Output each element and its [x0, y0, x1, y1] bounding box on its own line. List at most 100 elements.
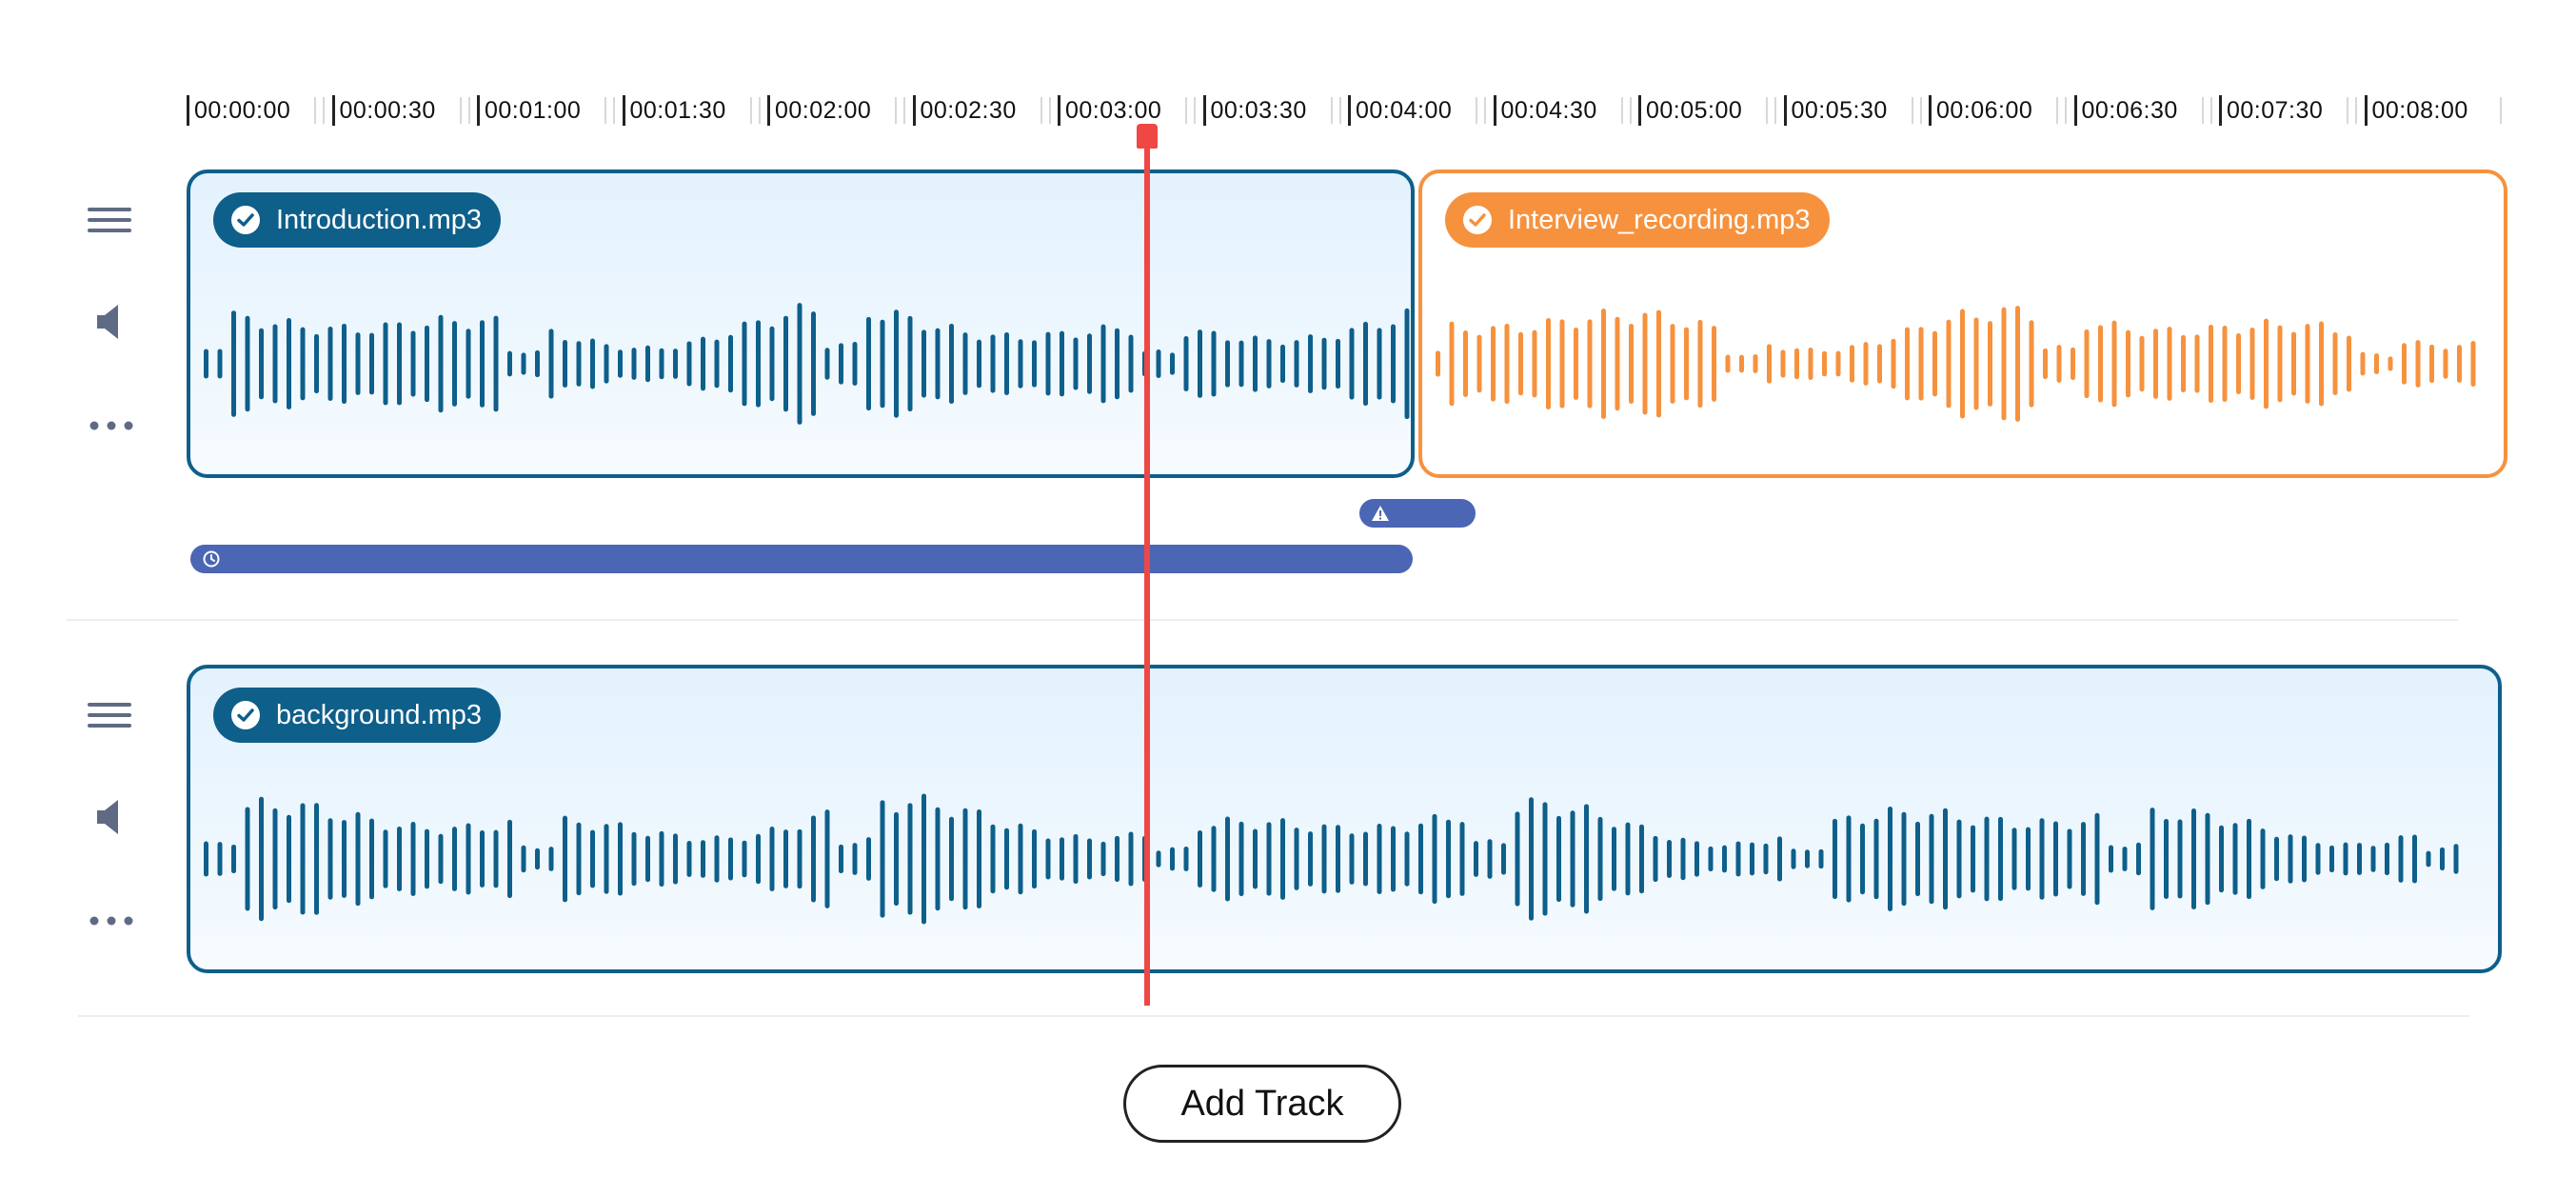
waveform-bar	[369, 818, 374, 900]
speaker-icon[interactable]	[93, 303, 128, 341]
waveform-bar	[2094, 812, 2100, 906]
ruler-major-tick	[1929, 95, 1932, 126]
waveform-bar	[1474, 841, 1478, 877]
ruler-major-tick	[331, 95, 335, 126]
ruler-tick-label: 00:06:00	[1936, 97, 2033, 124]
timeline-ruler[interactable]: 00:00:00 00:00:30 00:01:00 00:01:30 00:02:00…	[187, 88, 2502, 128]
waveform-bar	[1404, 831, 1410, 887]
waveform-bar	[921, 329, 926, 398]
waveform-bar	[1018, 823, 1023, 895]
waveform-bar	[355, 811, 361, 907]
waveform-bar	[1349, 833, 1355, 885]
playhead-handle[interactable]	[1137, 124, 1158, 149]
timer-marker[interactable]	[190, 545, 1413, 573]
waveform-bar	[1570, 810, 1575, 908]
more-dots-icon[interactable]	[89, 916, 133, 926]
waveform-bar	[1115, 835, 1120, 883]
waveform-bar	[1100, 324, 1106, 404]
waveform-bar	[287, 318, 291, 409]
waveform-bar	[977, 808, 981, 909]
ruler-major-tick	[2219, 95, 2222, 126]
waveform-bar	[1115, 328, 1120, 400]
waveform-bar	[1459, 822, 1465, 896]
ruler-tick-label: 00:02:30	[920, 97, 1017, 124]
track-1-controls	[88, 200, 133, 448]
waveform-bar	[1998, 816, 2003, 902]
waveform-bar	[1739, 354, 1744, 373]
clip-background[interactable]: background.mp3	[187, 665, 2502, 973]
waveform-bar	[1542, 802, 1548, 916]
track-2-controls	[88, 695, 133, 943]
speaker-icon[interactable]	[93, 798, 128, 836]
waveform-bar	[287, 814, 291, 904]
ruler-minor-tick	[1766, 97, 1769, 124]
waveform-bar	[2264, 318, 2269, 409]
ruler-minor-tick	[758, 97, 761, 124]
waveform-bar	[686, 841, 692, 877]
waveform-bar	[425, 828, 429, 889]
waveform-bar	[2291, 331, 2296, 396]
ruler-major-tick	[477, 95, 480, 126]
waveform-bar	[1929, 813, 1934, 905]
waveform-bar	[1915, 821, 1920, 897]
waveform-bar	[1060, 330, 1064, 397]
waveform-bar	[452, 321, 457, 407]
waveform-bar	[259, 796, 264, 922]
waveform-bar	[701, 840, 705, 878]
playhead[interactable]	[1144, 133, 1150, 1006]
waveform-bar	[1670, 324, 1675, 404]
ruler-tick-label: 00:05:00	[1646, 97, 1743, 124]
clip-label: background.mp3	[213, 688, 502, 743]
waveform-bar	[342, 323, 347, 405]
waveform-bar	[1170, 847, 1175, 871]
ruler-minor-tick	[749, 97, 752, 124]
ruler-tick-label: 00:08:00	[2371, 97, 2468, 124]
waveform-bar	[1808, 348, 1813, 380]
hamburger-menu-icon[interactable]	[88, 208, 133, 236]
waveform-bar	[631, 831, 637, 887]
waveform-bar	[1805, 849, 1810, 868]
waveform-bar	[2039, 818, 2045, 900]
hamburger-menu-icon[interactable]	[88, 703, 133, 731]
clip-introduction[interactable]: Introduction.mp3	[187, 170, 1415, 478]
warning-triangle-icon	[1372, 506, 1389, 521]
waveform-bar	[2402, 343, 2407, 385]
waveform-bar	[327, 818, 333, 900]
waveform-bar	[1833, 818, 1837, 900]
waveform-bar	[563, 815, 567, 903]
waveform-bar	[2385, 842, 2389, 876]
waveform-bar	[563, 339, 567, 389]
waveform-bar	[2388, 356, 2393, 371]
waveform-bar	[1712, 326, 1716, 402]
ruler-major-tick	[767, 95, 770, 126]
waveform-bar	[2109, 845, 2113, 873]
ruler-minor-tick	[314, 97, 317, 124]
waveform-bar	[1973, 317, 1979, 410]
waveform-bar	[1446, 819, 1451, 899]
waveform-bar	[1363, 831, 1368, 887]
waveform-bar	[1860, 823, 1865, 895]
waveform-bar	[1183, 847, 1189, 871]
waveform-bar	[2370, 846, 2376, 872]
waveform-bar	[1491, 326, 1496, 402]
waveform-bar	[2150, 808, 2155, 910]
waveform-bar	[1432, 813, 1437, 905]
waveform-bar	[438, 833, 444, 885]
waveform-bar	[2236, 333, 2241, 394]
waveform-bar	[2360, 351, 2366, 376]
warning-marker[interactable]	[1359, 499, 1476, 528]
ruler-minor-tick	[1919, 97, 1922, 124]
more-dots-icon[interactable]	[89, 421, 133, 430]
waveform-bar	[1418, 823, 1423, 895]
ruler-tick-label: 00:01:00	[485, 97, 582, 124]
clip-interview-recording[interactable]: Interview_recording.mp3	[1418, 170, 2507, 478]
waveform-bar	[204, 349, 208, 379]
waveform-bar	[935, 328, 941, 400]
waveform-bar	[342, 820, 347, 898]
waveform-bar	[1888, 807, 1892, 911]
waveform-bar	[1818, 848, 1824, 869]
waveform-bar	[714, 835, 720, 883]
add-track-button[interactable]: Add Track	[1123, 1065, 1401, 1143]
ruler-minor-tick	[323, 97, 326, 124]
waveform-bar	[645, 835, 650, 883]
